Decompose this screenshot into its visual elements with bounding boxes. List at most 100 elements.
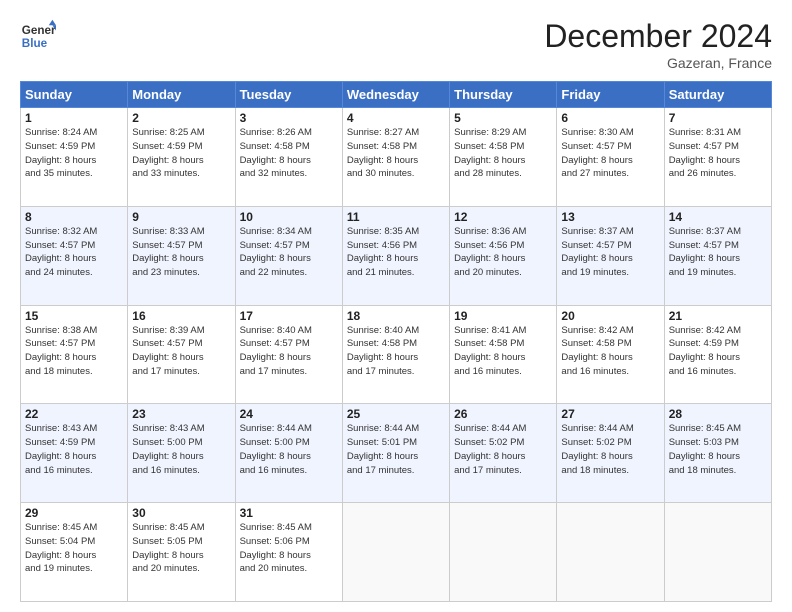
empty-cell — [450, 503, 557, 602]
day-info: Sunrise: 8:44 AM Sunset: 5:00 PM Dayligh… — [240, 422, 338, 477]
day-info: Sunrise: 8:45 AM Sunset: 5:05 PM Dayligh… — [132, 521, 230, 576]
column-header-friday: Friday — [557, 82, 664, 108]
day-number: 28 — [669, 407, 767, 421]
day-number: 16 — [132, 309, 230, 323]
day-info: Sunrise: 8:42 AM Sunset: 4:58 PM Dayligh… — [561, 324, 659, 379]
day-info: Sunrise: 8:41 AM Sunset: 4:58 PM Dayligh… — [454, 324, 552, 379]
calendar-day-11: 11Sunrise: 8:35 AM Sunset: 4:56 PM Dayli… — [342, 206, 449, 305]
empty-cell — [342, 503, 449, 602]
day-number: 21 — [669, 309, 767, 323]
day-number: 5 — [454, 111, 552, 125]
column-header-sunday: Sunday — [21, 82, 128, 108]
calendar-day-10: 10Sunrise: 8:34 AM Sunset: 4:57 PM Dayli… — [235, 206, 342, 305]
day-info: Sunrise: 8:42 AM Sunset: 4:59 PM Dayligh… — [669, 324, 767, 379]
calendar-day-22: 22Sunrise: 8:43 AM Sunset: 4:59 PM Dayli… — [21, 404, 128, 503]
day-number: 12 — [454, 210, 552, 224]
calendar-week-5: 29Sunrise: 8:45 AM Sunset: 5:04 PM Dayli… — [21, 503, 772, 602]
calendar-day-12: 12Sunrise: 8:36 AM Sunset: 4:56 PM Dayli… — [450, 206, 557, 305]
day-number: 26 — [454, 407, 552, 421]
day-number: 22 — [25, 407, 123, 421]
day-info: Sunrise: 8:39 AM Sunset: 4:57 PM Dayligh… — [132, 324, 230, 379]
calendar-day-19: 19Sunrise: 8:41 AM Sunset: 4:58 PM Dayli… — [450, 305, 557, 404]
calendar-day-3: 3Sunrise: 8:26 AM Sunset: 4:58 PM Daylig… — [235, 108, 342, 207]
day-info: Sunrise: 8:44 AM Sunset: 5:01 PM Dayligh… — [347, 422, 445, 477]
day-number: 1 — [25, 111, 123, 125]
day-info: Sunrise: 8:26 AM Sunset: 4:58 PM Dayligh… — [240, 126, 338, 181]
calendar-day-6: 6Sunrise: 8:30 AM Sunset: 4:57 PM Daylig… — [557, 108, 664, 207]
day-number: 27 — [561, 407, 659, 421]
day-info: Sunrise: 8:33 AM Sunset: 4:57 PM Dayligh… — [132, 225, 230, 280]
calendar-day-8: 8Sunrise: 8:32 AM Sunset: 4:57 PM Daylig… — [21, 206, 128, 305]
day-number: 18 — [347, 309, 445, 323]
day-info: Sunrise: 8:40 AM Sunset: 4:57 PM Dayligh… — [240, 324, 338, 379]
day-info: Sunrise: 8:36 AM Sunset: 4:56 PM Dayligh… — [454, 225, 552, 280]
day-info: Sunrise: 8:32 AM Sunset: 4:57 PM Dayligh… — [25, 225, 123, 280]
calendar-day-28: 28Sunrise: 8:45 AM Sunset: 5:03 PM Dayli… — [664, 404, 771, 503]
day-number: 31 — [240, 506, 338, 520]
day-info: Sunrise: 8:44 AM Sunset: 5:02 PM Dayligh… — [454, 422, 552, 477]
calendar-week-1: 1Sunrise: 8:24 AM Sunset: 4:59 PM Daylig… — [21, 108, 772, 207]
day-info: Sunrise: 8:25 AM Sunset: 4:59 PM Dayligh… — [132, 126, 230, 181]
day-number: 4 — [347, 111, 445, 125]
logo-icon: General Blue — [20, 18, 56, 54]
calendar-day-20: 20Sunrise: 8:42 AM Sunset: 4:58 PM Dayli… — [557, 305, 664, 404]
month-title: December 2024 — [544, 18, 772, 55]
calendar-day-18: 18Sunrise: 8:40 AM Sunset: 4:58 PM Dayli… — [342, 305, 449, 404]
calendar-header-row: SundayMondayTuesdayWednesdayThursdayFrid… — [21, 82, 772, 108]
column-header-saturday: Saturday — [664, 82, 771, 108]
calendar-table: SundayMondayTuesdayWednesdayThursdayFrid… — [20, 81, 772, 602]
day-number: 24 — [240, 407, 338, 421]
empty-cell — [664, 503, 771, 602]
calendar-day-2: 2Sunrise: 8:25 AM Sunset: 4:59 PM Daylig… — [128, 108, 235, 207]
calendar-week-4: 22Sunrise: 8:43 AM Sunset: 4:59 PM Dayli… — [21, 404, 772, 503]
column-header-tuesday: Tuesday — [235, 82, 342, 108]
calendar-day-9: 9Sunrise: 8:33 AM Sunset: 4:57 PM Daylig… — [128, 206, 235, 305]
day-number: 3 — [240, 111, 338, 125]
day-number: 17 — [240, 309, 338, 323]
day-info: Sunrise: 8:43 AM Sunset: 5:00 PM Dayligh… — [132, 422, 230, 477]
calendar-day-4: 4Sunrise: 8:27 AM Sunset: 4:58 PM Daylig… — [342, 108, 449, 207]
day-info: Sunrise: 8:31 AM Sunset: 4:57 PM Dayligh… — [669, 126, 767, 181]
day-number: 15 — [25, 309, 123, 323]
title-block: December 2024 Gazeran, France — [544, 18, 772, 71]
header: General Blue December 2024 Gazeran, Fran… — [20, 18, 772, 71]
calendar-day-7: 7Sunrise: 8:31 AM Sunset: 4:57 PM Daylig… — [664, 108, 771, 207]
calendar-day-13: 13Sunrise: 8:37 AM Sunset: 4:57 PM Dayli… — [557, 206, 664, 305]
day-number: 30 — [132, 506, 230, 520]
calendar-day-29: 29Sunrise: 8:45 AM Sunset: 5:04 PM Dayli… — [21, 503, 128, 602]
day-info: Sunrise: 8:30 AM Sunset: 4:57 PM Dayligh… — [561, 126, 659, 181]
calendar-day-26: 26Sunrise: 8:44 AM Sunset: 5:02 PM Dayli… — [450, 404, 557, 503]
calendar-day-15: 15Sunrise: 8:38 AM Sunset: 4:57 PM Dayli… — [21, 305, 128, 404]
day-number: 8 — [25, 210, 123, 224]
day-number: 20 — [561, 309, 659, 323]
day-info: Sunrise: 8:35 AM Sunset: 4:56 PM Dayligh… — [347, 225, 445, 280]
calendar-day-30: 30Sunrise: 8:45 AM Sunset: 5:05 PM Dayli… — [128, 503, 235, 602]
day-number: 11 — [347, 210, 445, 224]
day-number: 23 — [132, 407, 230, 421]
day-info: Sunrise: 8:40 AM Sunset: 4:58 PM Dayligh… — [347, 324, 445, 379]
calendar-day-24: 24Sunrise: 8:44 AM Sunset: 5:00 PM Dayli… — [235, 404, 342, 503]
day-number: 29 — [25, 506, 123, 520]
day-number: 7 — [669, 111, 767, 125]
day-info: Sunrise: 8:38 AM Sunset: 4:57 PM Dayligh… — [25, 324, 123, 379]
logo: General Blue — [20, 18, 56, 54]
calendar-day-5: 5Sunrise: 8:29 AM Sunset: 4:58 PM Daylig… — [450, 108, 557, 207]
day-number: 10 — [240, 210, 338, 224]
day-number: 19 — [454, 309, 552, 323]
day-info: Sunrise: 8:45 AM Sunset: 5:03 PM Dayligh… — [669, 422, 767, 477]
day-info: Sunrise: 8:27 AM Sunset: 4:58 PM Dayligh… — [347, 126, 445, 181]
day-info: Sunrise: 8:24 AM Sunset: 4:59 PM Dayligh… — [25, 126, 123, 181]
day-number: 13 — [561, 210, 659, 224]
day-info: Sunrise: 8:29 AM Sunset: 4:58 PM Dayligh… — [454, 126, 552, 181]
calendar-day-17: 17Sunrise: 8:40 AM Sunset: 4:57 PM Dayli… — [235, 305, 342, 404]
day-info: Sunrise: 8:34 AM Sunset: 4:57 PM Dayligh… — [240, 225, 338, 280]
calendar-day-1: 1Sunrise: 8:24 AM Sunset: 4:59 PM Daylig… — [21, 108, 128, 207]
day-number: 2 — [132, 111, 230, 125]
calendar-day-16: 16Sunrise: 8:39 AM Sunset: 4:57 PM Dayli… — [128, 305, 235, 404]
calendar-day-23: 23Sunrise: 8:43 AM Sunset: 5:00 PM Dayli… — [128, 404, 235, 503]
calendar-day-27: 27Sunrise: 8:44 AM Sunset: 5:02 PM Dayli… — [557, 404, 664, 503]
calendar-day-14: 14Sunrise: 8:37 AM Sunset: 4:57 PM Dayli… — [664, 206, 771, 305]
column-header-monday: Monday — [128, 82, 235, 108]
calendar-day-25: 25Sunrise: 8:44 AM Sunset: 5:01 PM Dayli… — [342, 404, 449, 503]
svg-text:Blue: Blue — [22, 37, 48, 50]
